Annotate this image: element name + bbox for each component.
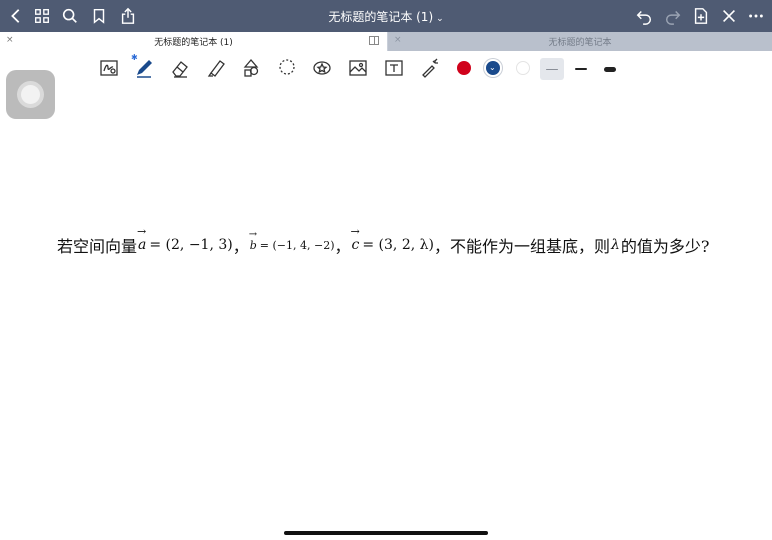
text-box-icon[interactable] (383, 57, 405, 79)
vector-arrow: → (350, 225, 360, 238)
pen-icon[interactable] (133, 57, 155, 79)
question-prefix: 若空间向量 (57, 237, 138, 256)
vector-c-value: = (3, 2, λ) (362, 237, 434, 253)
question-text: 若空间向量 → a = (2, −1, 3) ， → b = (−1, 4, −2) ，… (57, 225, 757, 262)
tab-active-notebook[interactable]: × 无标题的笔记本 (1) (0, 32, 387, 51)
add-page-icon[interactable] (689, 4, 713, 28)
question-suffix: 的值为多少? (620, 237, 710, 256)
chevron-down-icon: ⌄ (489, 63, 496, 72)
top-bar: 无标题的笔记本 (1) ⌄ (0, 0, 772, 32)
comma-separator: ， (232, 237, 249, 256)
color-red-swatch[interactable] (457, 61, 471, 75)
question-middle: ，不能作为一组基底，则 (433, 237, 610, 256)
stroke-thin-option[interactable] (540, 58, 564, 80)
vector-b-value: = (−1, 4, −2) (259, 238, 335, 252)
eraser-icon[interactable] (169, 57, 191, 79)
color-white-swatch[interactable] (516, 61, 530, 75)
lambda-symbol: λ (610, 237, 620, 253)
document-title[interactable]: 无标题的笔记本 (1) ⌄ (0, 8, 772, 25)
vector-a-symbol: → a (137, 225, 147, 253)
tab-label: 无标题的笔记本 (1) (154, 38, 233, 48)
split-view-icon[interactable] (369, 36, 379, 45)
vector-a-value: = (2, −1, 3) (149, 237, 233, 253)
vector-b-letter: b (249, 238, 257, 252)
vector-b-expression: → b = (−1, 4, −2) (249, 229, 335, 252)
redo-icon[interactable] (661, 4, 685, 28)
sticker-icon[interactable] (311, 57, 333, 79)
drawing-toolbar: ✱ ⌄ (0, 51, 772, 85)
lasso-icon[interactable] (276, 57, 298, 79)
close-tab-icon[interactable]: × (6, 35, 14, 45)
more-icon[interactable] (744, 4, 768, 28)
document-title-text: 无标题的笔记本 (1) (328, 10, 434, 24)
highlighter-icon[interactable] (205, 57, 227, 79)
lasso-zoom-icon[interactable] (98, 57, 120, 79)
tab-inactive-notebook[interactable]: × 无标题的笔记本 (388, 32, 772, 51)
notes-app: 无标题的笔记本 (1) ⌄ × 无标题的笔记本 (1) × 无标题的笔记本 ✱ … (0, 0, 772, 540)
comma-separator: ， (334, 237, 351, 256)
close-tab-icon[interactable]: × (394, 35, 402, 45)
vector-arrow: → (137, 225, 147, 238)
vector-b-symbol: → b (249, 229, 257, 252)
vector-c-expression: → c = (3, 2, λ) (351, 225, 434, 253)
laser-pointer-icon[interactable] (419, 57, 441, 79)
close-icon[interactable] (717, 4, 741, 28)
shapes-icon[interactable] (241, 57, 263, 79)
image-icon[interactable] (347, 57, 369, 79)
vector-a-expression: → a = (2, −1, 3) (137, 225, 233, 253)
undo-icon[interactable] (632, 4, 656, 28)
vector-c-symbol: → c (351, 225, 360, 253)
vector-arrow: → (248, 228, 258, 240)
stroke-medium-option[interactable] (569, 58, 593, 80)
stroke-thick-option[interactable] (598, 58, 622, 80)
vector-a-letter: a (138, 237, 147, 253)
tab-strip: × 无标题的笔记本 (1) × 无标题的笔记本 (0, 32, 772, 51)
home-indicator[interactable] (284, 531, 488, 535)
assistive-touch-button[interactable] (6, 70, 55, 119)
vector-c-letter: c (351, 237, 360, 253)
chevron-down-icon: ⌄ (436, 14, 444, 24)
tab-label: 无标题的笔记本 (548, 38, 612, 48)
color-navy-swatch[interactable]: ⌄ (486, 61, 500, 75)
